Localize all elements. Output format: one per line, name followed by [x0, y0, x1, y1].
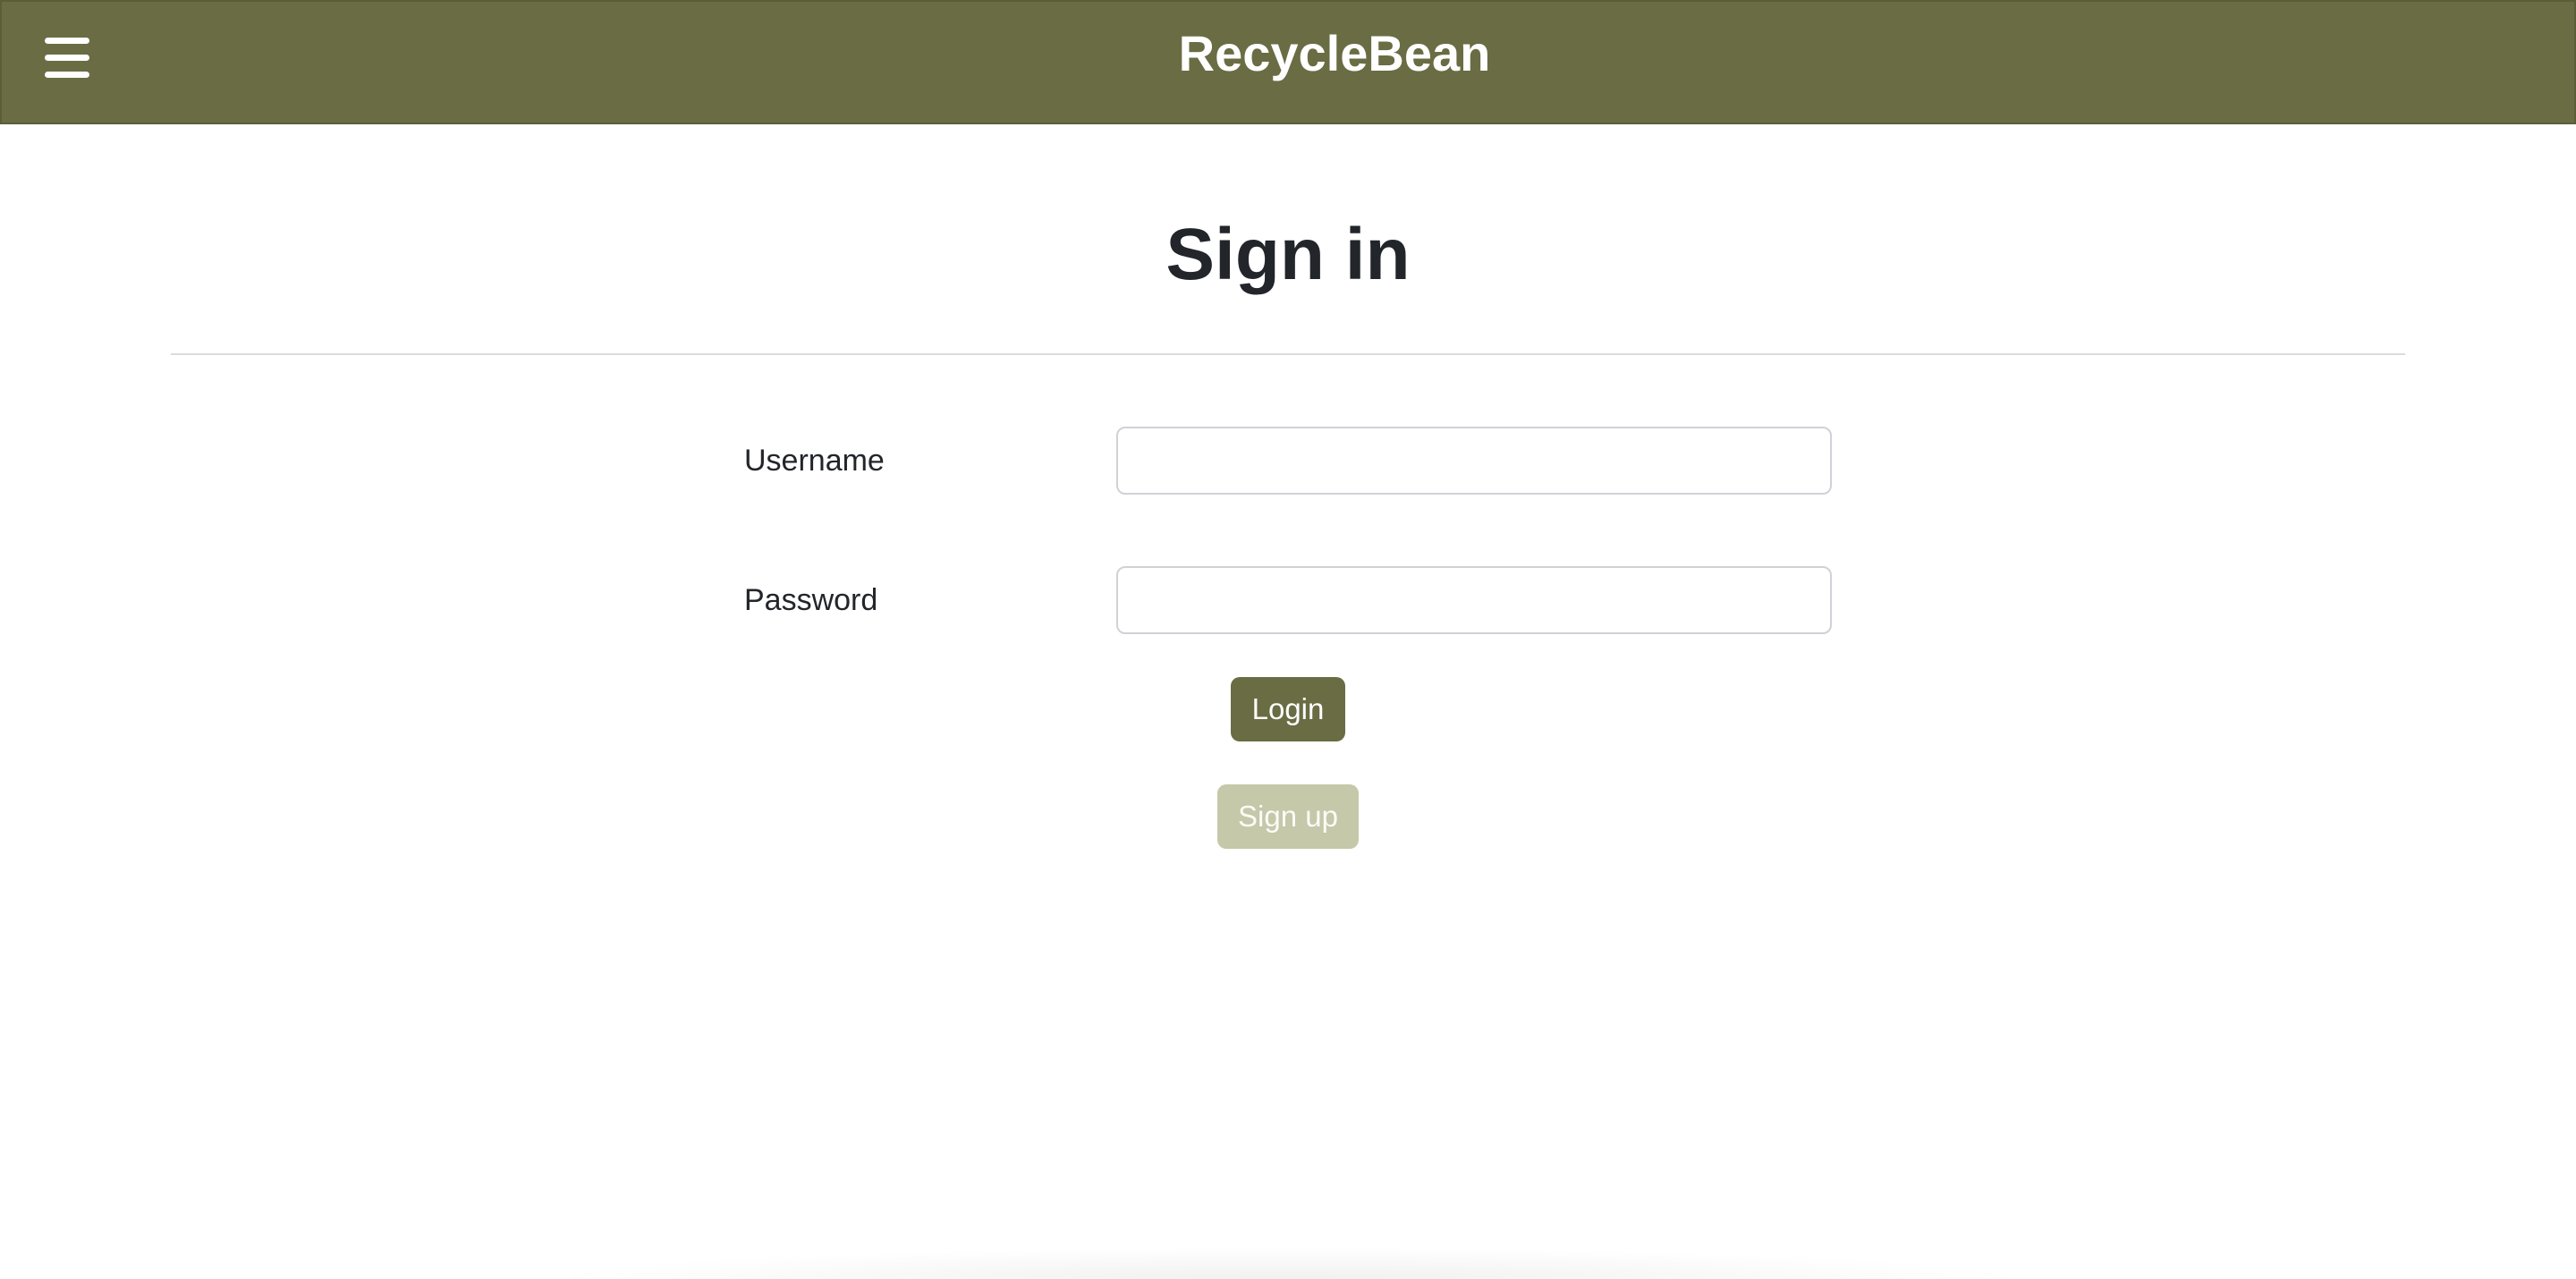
hamburger-menu-icon[interactable]	[45, 36, 91, 79]
page-title: Sign in	[1165, 214, 1411, 295]
top-navbar: RecycleBean	[0, 0, 2576, 124]
signup-button[interactable]: Sign up	[1217, 784, 1359, 849]
password-input[interactable]	[1116, 566, 1832, 634]
brand-title: RecycleBean	[2, 21, 2576, 86]
login-button[interactable]: Login	[1231, 677, 1345, 741]
password-label: Password	[744, 583, 878, 617]
bottom-shadow	[537, 1248, 2039, 1279]
divider	[171, 353, 2405, 355]
brand-link[interactable]: RecycleBean	[1179, 25, 1491, 81]
username-label: Username	[744, 444, 885, 478]
username-input[interactable]	[1116, 427, 1832, 495]
